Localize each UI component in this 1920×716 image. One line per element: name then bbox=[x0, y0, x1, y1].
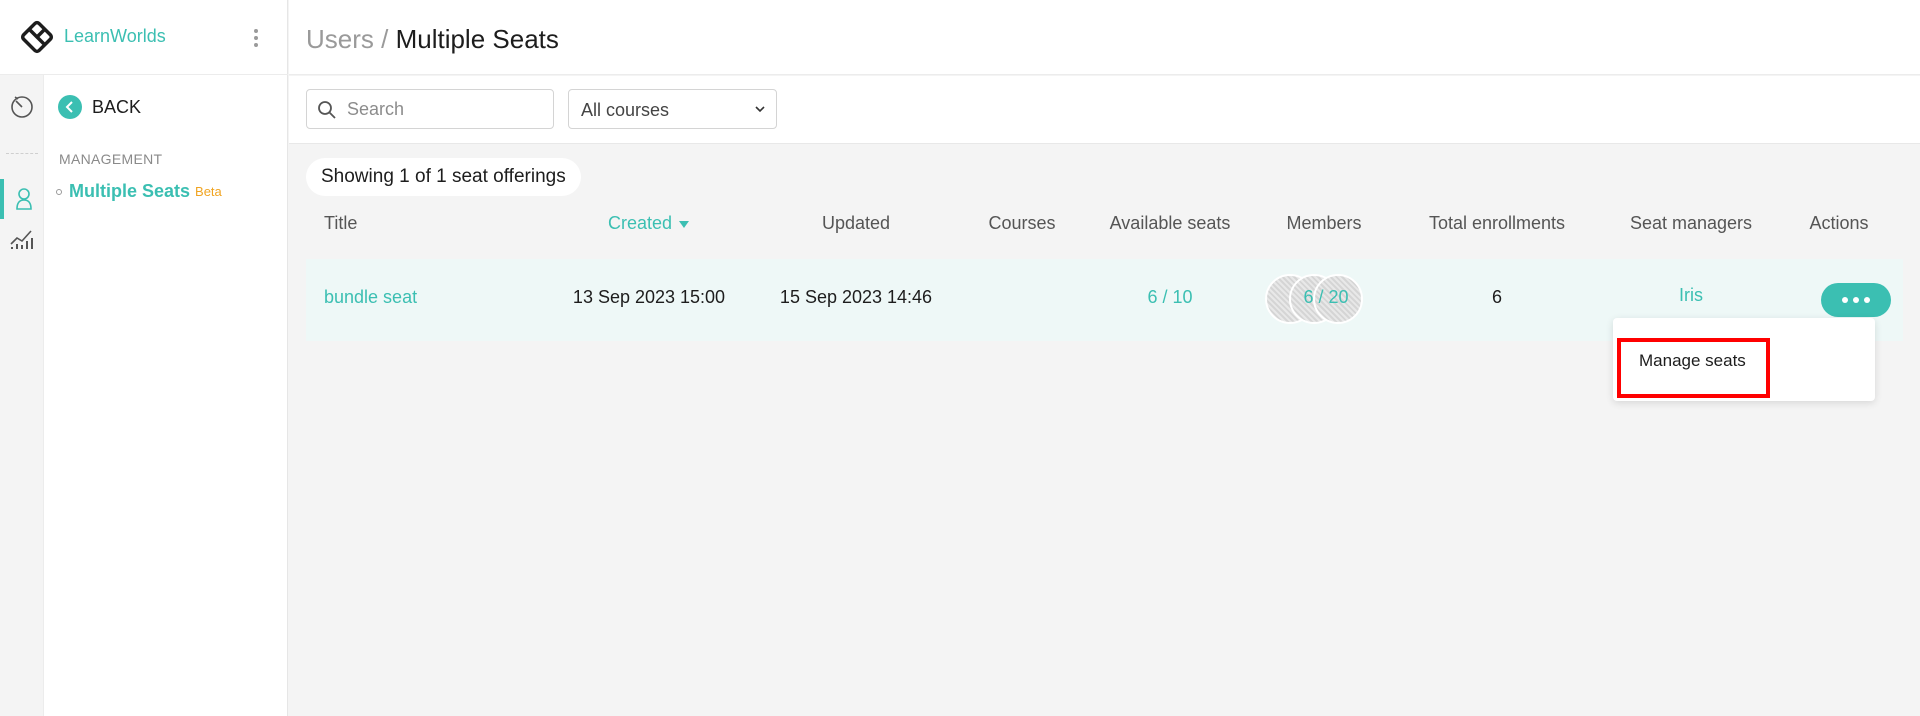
breadcrumb-users-link[interactable]: Users bbox=[306, 24, 374, 54]
column-header-created[interactable]: Created bbox=[608, 213, 690, 234]
back-button[interactable]: BACK bbox=[58, 95, 141, 119]
app: LearnWorlds BACK MANAGEMENT Multiple Sea… bbox=[0, 0, 1920, 716]
sidebar: LearnWorlds BACK MANAGEMENT Multiple Sea… bbox=[0, 0, 288, 716]
search-box bbox=[306, 89, 554, 129]
total-enrollments-cell: 6 bbox=[1491, 287, 1503, 307]
sidebar-item-label: Multiple Seats bbox=[69, 181, 191, 201]
column-header-courses: Courses bbox=[988, 213, 1056, 233]
bullet-icon bbox=[56, 188, 62, 195]
page-title: Multiple Seats bbox=[395, 24, 559, 54]
manage-seats-menu-item[interactable]: Manage seats bbox=[1617, 338, 1770, 398]
beta-badge: Beta bbox=[195, 184, 222, 199]
results-summary: Showing 1 of 1 seat offerings bbox=[306, 158, 581, 196]
column-header-title[interactable]: Title bbox=[324, 213, 357, 234]
back-label: BACK bbox=[92, 96, 142, 117]
search-icon bbox=[318, 101, 336, 119]
dot-icon bbox=[1842, 297, 1848, 303]
chart-icon bbox=[10, 230, 33, 249]
table-header: Title Created Updated Courses Available … bbox=[306, 213, 1903, 245]
main-content: Users / Multiple Seats All courses Showi… bbox=[289, 0, 1920, 716]
kebab-menu-icon[interactable] bbox=[248, 26, 264, 52]
chevron-left-icon bbox=[58, 95, 82, 119]
course-filter-select[interactable]: All courses bbox=[568, 89, 777, 129]
members-link[interactable]: 6 / 20 bbox=[1303, 287, 1348, 308]
column-header-created-label: Created bbox=[607, 213, 673, 233]
speedometer-icon bbox=[11, 96, 33, 118]
rail-item-users[interactable] bbox=[0, 179, 44, 219]
chevron-down-icon bbox=[755, 106, 765, 113]
actions-dropdown-menu: Manage seats bbox=[1613, 318, 1875, 401]
search-input[interactable] bbox=[347, 90, 547, 128]
column-header-seat-managers: Seat managers bbox=[1629, 213, 1753, 233]
icon-rail bbox=[0, 75, 44, 716]
section-title: MANAGEMENT bbox=[59, 151, 163, 167]
seat-title-link[interactable]: bundle seat bbox=[324, 287, 417, 308]
available-seats-link[interactable]: 6 / 10 bbox=[1147, 287, 1192, 308]
breadcrumb-separator: / bbox=[373, 24, 396, 54]
breadcrumb: Users / Multiple Seats bbox=[306, 24, 559, 55]
course-filter-value: All courses bbox=[581, 100, 670, 120]
column-header-updated[interactable]: Updated bbox=[822, 213, 890, 234]
dot-icon bbox=[1853, 297, 1859, 303]
sidebar-item-multiple-seats[interactable]: Multiple Seats Beta bbox=[56, 181, 222, 202]
page-header: Users / Multiple Seats bbox=[289, 0, 1920, 75]
seat-manager-link[interactable]: Iris bbox=[1679, 285, 1703, 306]
more-actions-button[interactable] bbox=[1821, 283, 1891, 317]
updated-cell: 15 Sep 2023 14:46 bbox=[779, 287, 933, 307]
column-header-available-seats: Available seats bbox=[1109, 213, 1231, 233]
column-header-actions: Actions bbox=[1809, 213, 1869, 233]
column-header-total-enrollments: Total enrollments bbox=[1428, 213, 1566, 233]
brand-name: LearnWorlds bbox=[64, 26, 166, 46]
rail-item-dashboard[interactable] bbox=[0, 87, 44, 127]
seat-offerings-panel: Showing 1 of 1 seat offerings Title Crea… bbox=[289, 145, 1920, 716]
column-header-members: Members bbox=[1286, 213, 1362, 233]
brand-bar: LearnWorlds bbox=[0, 0, 288, 75]
rail-item-analytics[interactable] bbox=[0, 219, 44, 259]
dot-icon bbox=[1864, 297, 1870, 303]
user-icon bbox=[16, 188, 32, 210]
filter-toolbar: All courses bbox=[289, 76, 1920, 144]
learnworlds-logo-icon[interactable] bbox=[18, 18, 56, 56]
created-cell: 13 Sep 2023 15:00 bbox=[572, 287, 726, 307]
rail-separator bbox=[6, 153, 38, 154]
sort-desc-icon bbox=[679, 221, 690, 229]
